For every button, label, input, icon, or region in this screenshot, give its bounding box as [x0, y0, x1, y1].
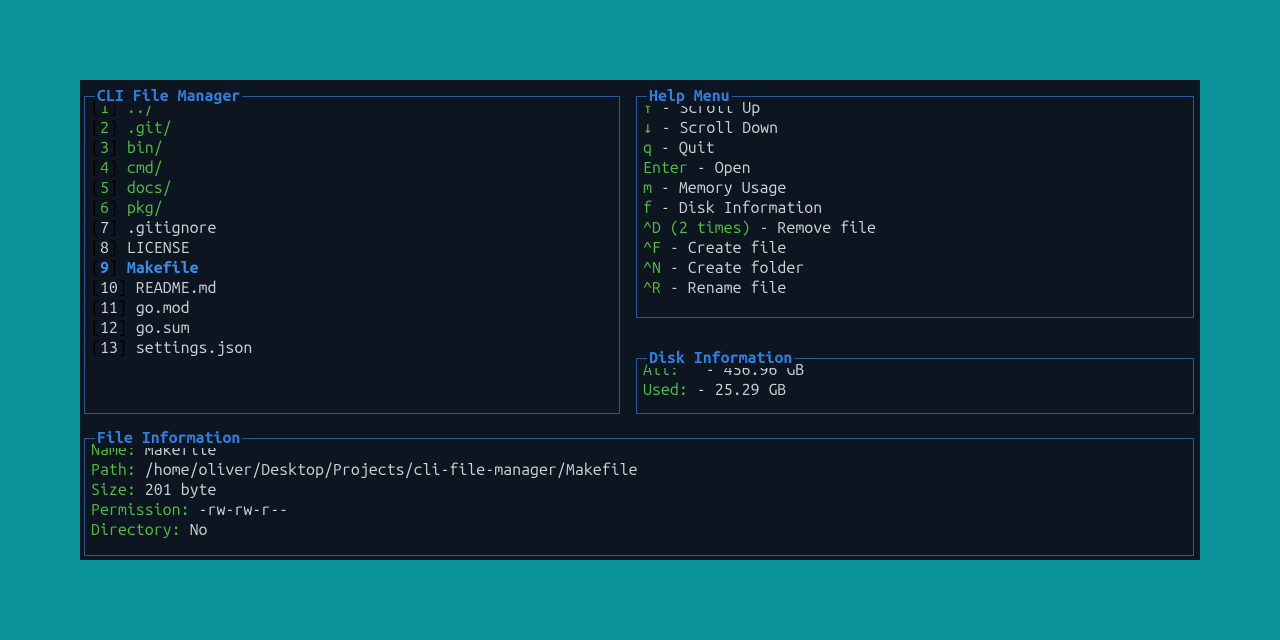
help-key: ↓ [643, 119, 653, 137]
help-desc: - Open [688, 159, 751, 177]
help-row: ^N - Create folder [643, 258, 1187, 278]
help-desc: - Quit [652, 139, 715, 157]
file-row[interactable]: [8] LICENSE [91, 238, 613, 258]
file-name: go.sum [136, 319, 190, 337]
file-row[interactable]: [6] pkg/ [91, 198, 613, 218]
help-key: ^D (2 times) [643, 219, 751, 237]
file-info-label: Directory: [91, 521, 181, 539]
file-index: 5 [100, 179, 109, 197]
file-info-row: Name: Makefile [91, 440, 1187, 460]
help-title: Help Menu [647, 86, 732, 106]
file-index: 11 [100, 299, 118, 317]
file-name: .git/ [127, 119, 172, 137]
file-row[interactable]: [5] docs/ [91, 178, 613, 198]
file-name: bin/ [127, 139, 163, 157]
file-info-label: Size: [91, 481, 136, 499]
help-list: ↑ - Scroll Up↓ - Scroll Downq - QuitEnte… [637, 97, 1193, 304]
help-desc: - Disk Information [652, 199, 822, 217]
disk-panel: Disk Information All: - 456.96 GBUsed: -… [636, 358, 1194, 414]
file-info-row: Directory: No [91, 520, 1187, 540]
help-row: ^F - Create file [643, 238, 1187, 258]
file-index: 3 [100, 139, 109, 157]
help-key: ^N [643, 259, 661, 277]
help-key: q [643, 139, 652, 157]
terminal-window: CLI File Manager [1] ../[2] .git/[3] bin… [80, 80, 1200, 560]
help-panel: Help Menu ↑ - Scroll Up↓ - Scroll Downq … [636, 96, 1194, 318]
help-row: Enter - Open [643, 158, 1187, 178]
file-list[interactable]: [1] ../[2] .git/[3] bin/[4] cmd/[5] docs… [85, 97, 619, 364]
help-key: ^R [643, 279, 661, 297]
file-index: 6 [100, 199, 109, 217]
help-row: ^R - Rename file [643, 278, 1187, 298]
file-row[interactable]: [12] go.sum [91, 318, 613, 338]
help-row: q - Quit [643, 138, 1187, 158]
help-desc: - Create folder [661, 259, 804, 277]
help-row: m - Memory Usage [643, 178, 1187, 198]
file-info-label: Permission: [91, 501, 190, 519]
file-info-row: Permission: -rw-rw-r-- [91, 500, 1187, 520]
file-name: README.md [136, 279, 217, 297]
file-manager-panel: CLI File Manager [1] ../[2] .git/[3] bin… [84, 96, 620, 414]
file-info-row: Path: /home/oliver/Desktop/Projects/cli-… [91, 460, 1187, 480]
file-row[interactable]: [10] README.md [91, 278, 613, 298]
file-row[interactable]: [2] .git/ [91, 118, 613, 138]
file-row[interactable]: [11] go.mod [91, 298, 613, 318]
help-desc: - Create file [661, 239, 786, 257]
file-row[interactable]: [13] settings.json [91, 338, 613, 358]
file-row[interactable]: [3] bin/ [91, 138, 613, 158]
file-name: cmd/ [127, 159, 163, 177]
file-name: go.mod [136, 299, 190, 317]
file-name: .gitignore [127, 219, 217, 237]
file-index: 9 [100, 259, 109, 277]
help-desc: - Remove file [751, 219, 876, 237]
help-desc: - Scroll Down [653, 119, 778, 137]
file-index: 13 [100, 339, 118, 357]
file-info-value: -rw-rw-r-- [190, 501, 289, 519]
file-row[interactable]: [7] .gitignore [91, 218, 613, 238]
file-info-row: Size: 201 byte [91, 480, 1187, 500]
file-index: 12 [100, 319, 118, 337]
help-key: f [643, 199, 652, 217]
file-info-value: 201 byte [136, 481, 217, 499]
file-index: 8 [100, 239, 109, 257]
file-index: 4 [100, 159, 109, 177]
file-info-value: /home/oliver/Desktop/Projects/cli-file-m… [136, 461, 638, 479]
disk-row: Used: - 25.29 GB [643, 380, 1187, 400]
help-row: ↓ - Scroll Down [643, 118, 1187, 138]
help-key: Enter [643, 159, 688, 177]
disk-value: - 25.29 GB [688, 381, 787, 399]
file-manager-title: CLI File Manager [95, 86, 242, 106]
file-info-list: Name: MakefilePath: /home/oliver/Desktop… [85, 439, 1193, 546]
file-name: pkg/ [127, 199, 163, 217]
file-info-label: Path: [91, 461, 136, 479]
file-name: settings.json [136, 339, 252, 357]
file-row[interactable]: [9] Makefile [91, 258, 613, 278]
help-key: m [643, 179, 652, 197]
help-desc: - Memory Usage [652, 179, 786, 197]
file-index: 10 [100, 279, 118, 297]
disk-title: Disk Information [647, 348, 794, 368]
help-key: ^F [643, 239, 661, 257]
help-row: ^D (2 times) - Remove file [643, 218, 1187, 238]
file-index: 7 [100, 219, 109, 237]
disk-label: Used: [643, 381, 688, 399]
file-name: docs/ [127, 179, 172, 197]
file-index: 2 [100, 119, 109, 137]
file-name: LICENSE [127, 239, 190, 257]
file-name: Makefile [127, 259, 199, 277]
file-info-title: File Information [95, 428, 242, 448]
help-desc: - Rename file [661, 279, 786, 297]
file-info-value: No [181, 521, 208, 539]
help-row: f - Disk Information [643, 198, 1187, 218]
file-info-panel: File Information Name: MakefilePath: /ho… [84, 438, 1194, 556]
file-row[interactable]: [4] cmd/ [91, 158, 613, 178]
